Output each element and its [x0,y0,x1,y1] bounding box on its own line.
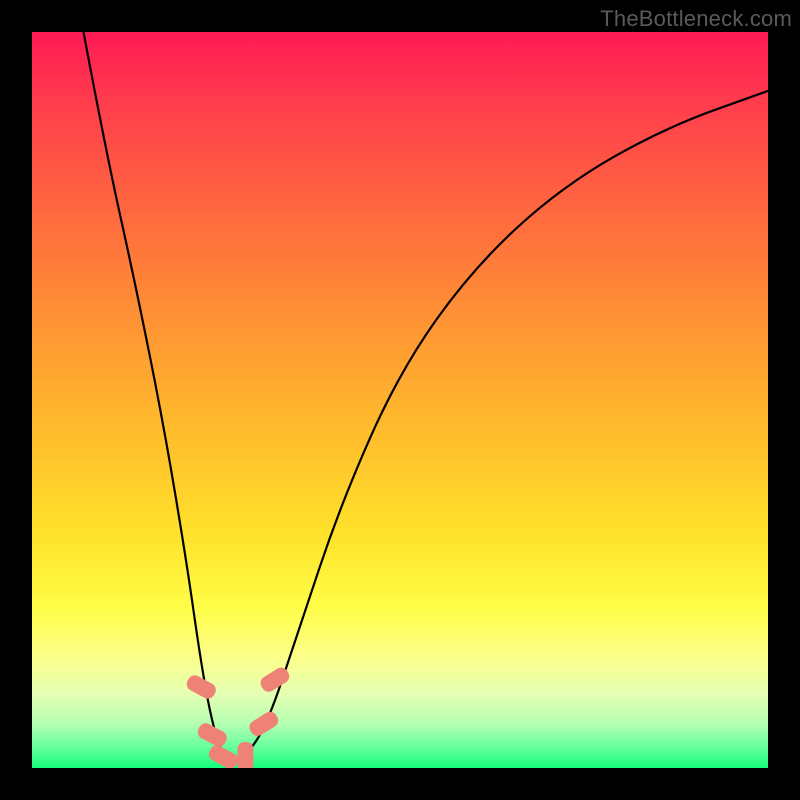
curve-marker [184,673,218,701]
curve-marker [247,709,281,738]
curve-marker [206,743,240,768]
curve-marker [237,742,253,768]
chart-svg-layer [32,32,768,768]
plot-area [32,32,768,768]
chart-frame: TheBottleneck.com [0,0,800,800]
bottleneck-curve [84,32,769,760]
watermark-text: TheBottleneck.com [600,6,792,32]
marker-group [184,665,292,768]
